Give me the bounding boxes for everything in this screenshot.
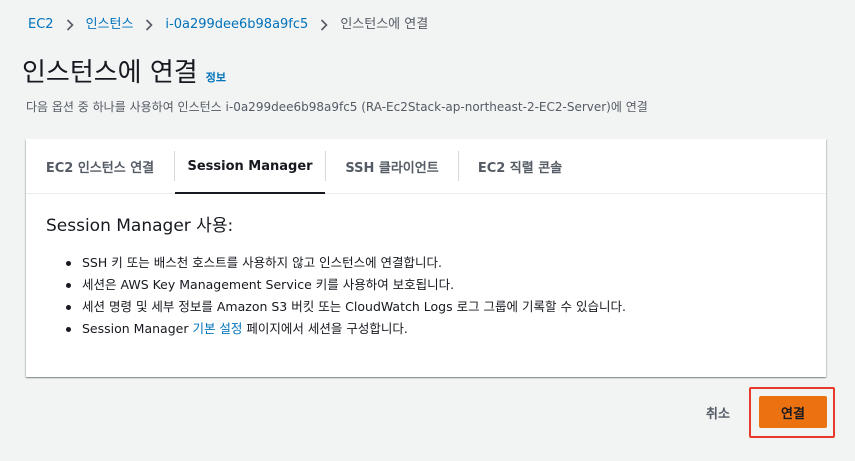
cancel-button[interactable]: 취소 bbox=[690, 398, 746, 426]
session-manager-panel: Session Manager 사용: SSH 키 또는 배스천 호스트를 사용… bbox=[26, 194, 826, 340]
feature-list: SSH 키 또는 배스천 호스트를 사용하지 않고 인스턴스에 연결합니다. 세… bbox=[46, 252, 806, 340]
info-link[interactable]: 정보 bbox=[206, 69, 226, 85]
list-item: 세션은 AWS Key Management Service 키를 사용하여 보… bbox=[66, 274, 806, 296]
connection-options-card: EC2 인스턴스 연결 Session Manager SSH 클라이언트 EC… bbox=[26, 139, 826, 377]
chevron-right-icon bbox=[145, 19, 154, 31]
page-description: 다음 옵션 중 하나를 사용하여 인스턴스 i-0a299dee6b98a9fc… bbox=[26, 100, 648, 114]
list-item-prefix: Session Manager bbox=[82, 321, 193, 336]
preferences-link[interactable]: 기본 설정 bbox=[192, 321, 242, 336]
breadcrumb: EC2 인스턴스 i-0a299dee6b98a9fc5 인스턴스에 연결 bbox=[28, 16, 428, 34]
connect-to-instance-page: EC2 인스턴스 i-0a299dee6b98a9fc5 인스턴스에 연결 인스… bbox=[0, 0, 855, 461]
list-item-text: SSH 키 또는 배스천 호스트를 사용하지 않고 인스턴스에 연결합니다. bbox=[82, 255, 443, 270]
breadcrumb-ec2[interactable]: EC2 bbox=[28, 16, 54, 34]
list-item-suffix: 페이지에서 세션을 구성합니다. bbox=[242, 321, 408, 336]
connect-button[interactable]: 연결 bbox=[759, 396, 827, 428]
bullet-icon bbox=[66, 305, 71, 310]
title-row: 인스턴스에 연결 정보 bbox=[22, 55, 226, 91]
tab-ec2-instance-connect[interactable]: EC2 인스턴스 연결 bbox=[26, 139, 174, 193]
list-item: 세션 명령 및 세부 정보를 Amazon S3 버킷 또는 CloudWatc… bbox=[66, 296, 806, 318]
tab-session-manager[interactable]: Session Manager bbox=[175, 139, 325, 194]
tab-ssh-client[interactable]: SSH 클라이언트 bbox=[326, 139, 458, 193]
bullet-icon bbox=[66, 261, 71, 266]
page-title: 인스턴스에 연결 bbox=[22, 58, 198, 88]
breadcrumb-instance-id[interactable]: i-0a299dee6b98a9fc5 bbox=[165, 16, 308, 34]
connection-tabs: EC2 인스턴스 연결 Session Manager SSH 클라이언트 EC… bbox=[26, 139, 826, 194]
list-item-text: 세션 명령 및 세부 정보를 Amazon S3 버킷 또는 CloudWatc… bbox=[82, 299, 626, 314]
list-item: Session Manager 기본 설정 페이지에서 세션을 구성합니다. bbox=[66, 318, 806, 340]
bullet-icon bbox=[66, 327, 71, 332]
section-heading: Session Manager 사용: bbox=[46, 216, 234, 236]
tab-ec2-serial-console[interactable]: EC2 직렬 콘솔 bbox=[459, 139, 581, 193]
bullet-icon bbox=[66, 283, 71, 288]
breadcrumb-instances[interactable]: 인스턴스 bbox=[86, 16, 134, 34]
chevron-right-icon bbox=[66, 19, 74, 31]
breadcrumb-current: 인스턴스에 연결 bbox=[340, 17, 429, 32]
chevron-right-icon bbox=[320, 19, 328, 31]
list-item-text: 세션은 AWS Key Management Service 키를 사용하여 보… bbox=[82, 277, 455, 292]
list-item: SSH 키 또는 배스천 호스트를 사용하지 않고 인스턴스에 연결합니다. bbox=[66, 252, 806, 274]
